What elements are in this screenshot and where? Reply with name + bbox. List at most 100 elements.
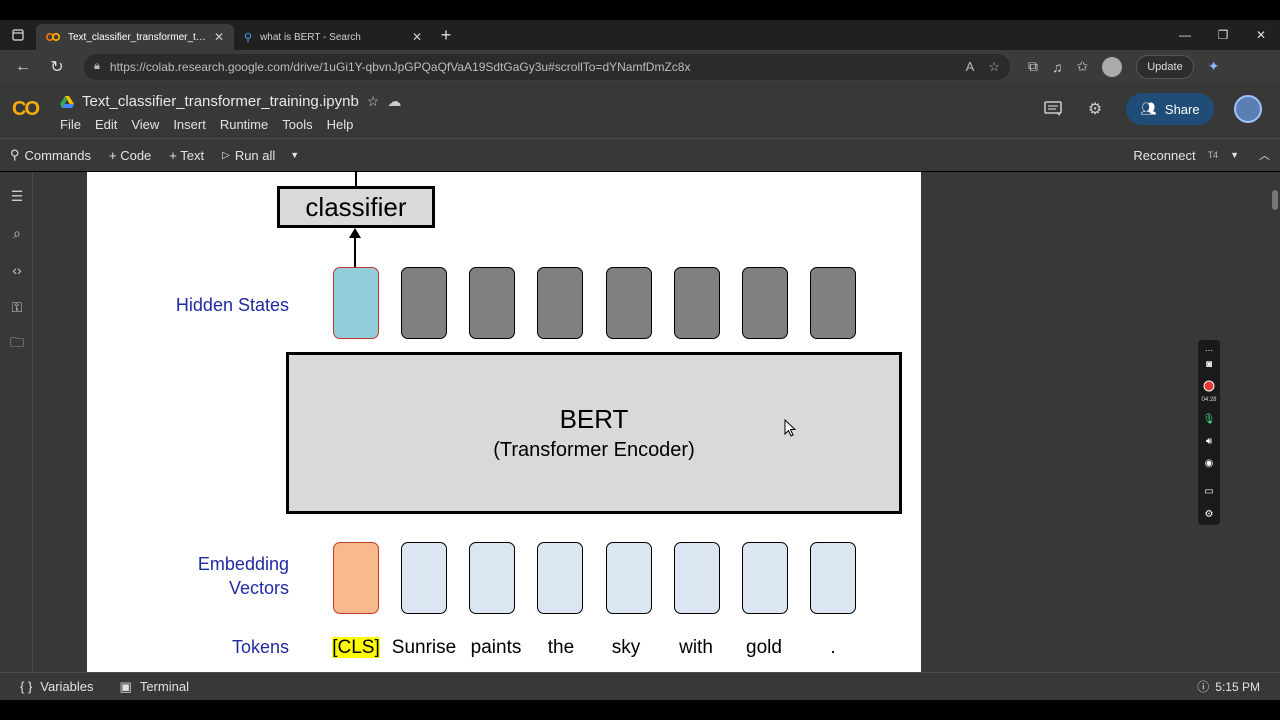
terminal-button[interactable]: ▣ Terminal — [120, 679, 189, 695]
microphone-icon[interactable]: 🎙︎ — [1201, 411, 1217, 427]
speaker-icon[interactable]: 🔊︎ — [1201, 433, 1217, 449]
variables-button[interactable]: { } Variables — [20, 679, 94, 694]
copilot-icon[interactable]: ✦ — [1208, 58, 1220, 75]
menu-insert[interactable]: Insert — [173, 117, 206, 132]
token: gold — [746, 637, 782, 658]
commands-label: Commands — [24, 147, 91, 163]
minimize-icon[interactable]: — — [1166, 20, 1204, 50]
refresh-button[interactable]: ↻ — [42, 53, 72, 81]
token: . — [830, 637, 836, 658]
menu-edit[interactable]: Edit — [95, 117, 117, 132]
settings-gear-icon[interactable]: ⚙ — [1084, 98, 1106, 120]
commands-button[interactable]: ⚲ Commands — [10, 147, 91, 163]
embedding-cell — [401, 542, 447, 614]
extensions-icon[interactable]: ⧉ — [1028, 58, 1038, 75]
add-text-button[interactable]: + Text — [169, 148, 204, 163]
variables-label: Variables — [40, 679, 94, 694]
tab-title: what is BERT - Search — [260, 31, 361, 43]
hidden-state-cell — [674, 267, 720, 339]
search-icon: ⚲ — [10, 147, 20, 162]
screen-recorder-widget: ⋯ ◙ 04:28 🎙︎ 🔊︎ ◉ ▭ ⚙ — [1198, 340, 1220, 525]
profile-avatar[interactable] — [1102, 56, 1123, 77]
record-icon[interactable] — [1201, 378, 1217, 394]
people-icon: 👥︎ — [1140, 101, 1157, 116]
address-row: ← ↻ 🔒︎ https://colab.research.google.com… — [0, 50, 1280, 83]
tab-colab[interactable]: Text_classifier_transformer_training ✕ — [36, 24, 234, 50]
letterbox-top — [0, 0, 1280, 20]
files-folder-icon[interactable]: 🗀 — [7, 334, 27, 354]
user-avatar[interactable] — [1234, 95, 1262, 123]
hidden-state-cls — [333, 267, 379, 339]
tab-close-icon[interactable]: ✕ — [412, 30, 422, 44]
menu-help[interactable]: Help — [327, 117, 354, 132]
favorite-star-icon[interactable]: ☆ — [988, 59, 1000, 75]
top-connector-line — [355, 172, 357, 186]
add-code-button[interactable]: + Code — [109, 148, 151, 163]
run-all-button[interactable]: ▷ Run all ▼ — [222, 148, 299, 163]
reconnect-button[interactable]: Reconnect — [1133, 148, 1195, 163]
recording-time: 04:28 — [1201, 397, 1217, 403]
add-text-label: + Text — [169, 147, 205, 163]
share-label: Share — [1164, 101, 1200, 117]
scrollbar-thumb[interactable] — [1272, 190, 1278, 210]
token-text: [CLS] — [332, 637, 380, 658]
collapse-header-icon[interactable]: ︿ — [1259, 147, 1270, 163]
embedding-label-line2: Vectors — [228, 578, 289, 598]
restore-icon[interactable]: ❐ — [1204, 20, 1242, 50]
secrets-key-icon[interactable]: ⚿ — [7, 297, 27, 317]
menu-file[interactable]: File — [60, 117, 81, 132]
embedding-cell — [606, 542, 652, 614]
star-icon[interactable]: ☆ — [367, 93, 380, 110]
colab-logo[interactable]: CO — [12, 98, 40, 121]
embedding-cls — [333, 542, 379, 614]
terminal-label: Terminal — [139, 679, 189, 694]
read-aloud-icon[interactable]: A — [966, 59, 975, 75]
token: the — [547, 637, 575, 658]
chevron-down-icon[interactable]: ▼ — [290, 150, 299, 160]
terminal-icon: ▣ — [119, 678, 132, 694]
colab-favicon-icon — [46, 32, 60, 42]
embedding-cell — [674, 542, 720, 614]
webcam-off-icon[interactable]: ◉ — [1201, 455, 1217, 471]
hidden-state-cell — [537, 267, 583, 339]
tab-close-icon[interactable]: ✕ — [214, 30, 224, 44]
letterbox-bottom — [0, 700, 1280, 720]
find-replace-icon[interactable]: ⌕ — [7, 223, 27, 243]
back-button[interactable]: ← — [8, 53, 38, 81]
media-icon[interactable]: ♫ — [1052, 59, 1063, 75]
tab-title: Text_classifier_transformer_training — [68, 31, 206, 43]
comments-icon[interactable] — [1042, 98, 1064, 120]
new-tab-button[interactable]: + — [432, 22, 460, 48]
recorder-settings-gear-icon[interactable]: ⚙ — [1201, 506, 1217, 522]
code-snippets-icon[interactable]: ‹› — [7, 260, 27, 280]
share-button[interactable]: 👥︎ Share — [1126, 93, 1214, 125]
hidden-state-cell — [469, 267, 515, 339]
lock-icon: 🔒︎ — [94, 60, 100, 72]
menu-runtime[interactable]: Runtime — [220, 117, 268, 132]
close-window-icon[interactable]: ✕ — [1242, 20, 1280, 50]
execution-status[interactable]: ⓘ 5:15 PM — [1197, 678, 1260, 695]
camera-icon[interactable]: ◙ — [1201, 356, 1217, 372]
status-time: 5:15 PM — [1215, 679, 1260, 694]
tab-search[interactable]: ⚲ what is BERT - Search ✕ — [234, 24, 432, 50]
variables-icon: { } — [20, 679, 33, 694]
table-of-contents-icon[interactable]: ☰ — [7, 186, 27, 206]
embedding-label-line1: Embedding — [197, 554, 289, 574]
browser-tabstrip: Text_classifier_transformer_training ✕ ⚲… — [0, 20, 1280, 50]
address-bar[interactable]: 🔒︎ https://colab.research.google.com/dri… — [84, 53, 1010, 80]
menu-tools[interactable]: Tools — [282, 117, 312, 132]
hidden-state-cell — [810, 267, 856, 339]
tab-actions-button[interactable] — [0, 20, 36, 50]
screen-select-icon[interactable]: ▭ — [1201, 483, 1217, 499]
token: sky — [611, 637, 641, 658]
runtime-dropdown-icon[interactable]: ▼ — [1230, 150, 1239, 160]
menu-view[interactable]: View — [131, 117, 159, 132]
embedding-cell — [742, 542, 788, 614]
favorites-icon[interactable]: ✩ — [1077, 58, 1089, 75]
embedding-vectors-label: Embedding Vectors — [127, 552, 289, 600]
token: Sunrise — [391, 637, 457, 658]
token: with — [679, 637, 713, 658]
search-favicon-icon: ⚲ — [244, 31, 253, 44]
notebook-title[interactable]: Text_classifier_transformer_training.ipy… — [82, 93, 359, 110]
update-button[interactable]: Update — [1136, 54, 1194, 79]
